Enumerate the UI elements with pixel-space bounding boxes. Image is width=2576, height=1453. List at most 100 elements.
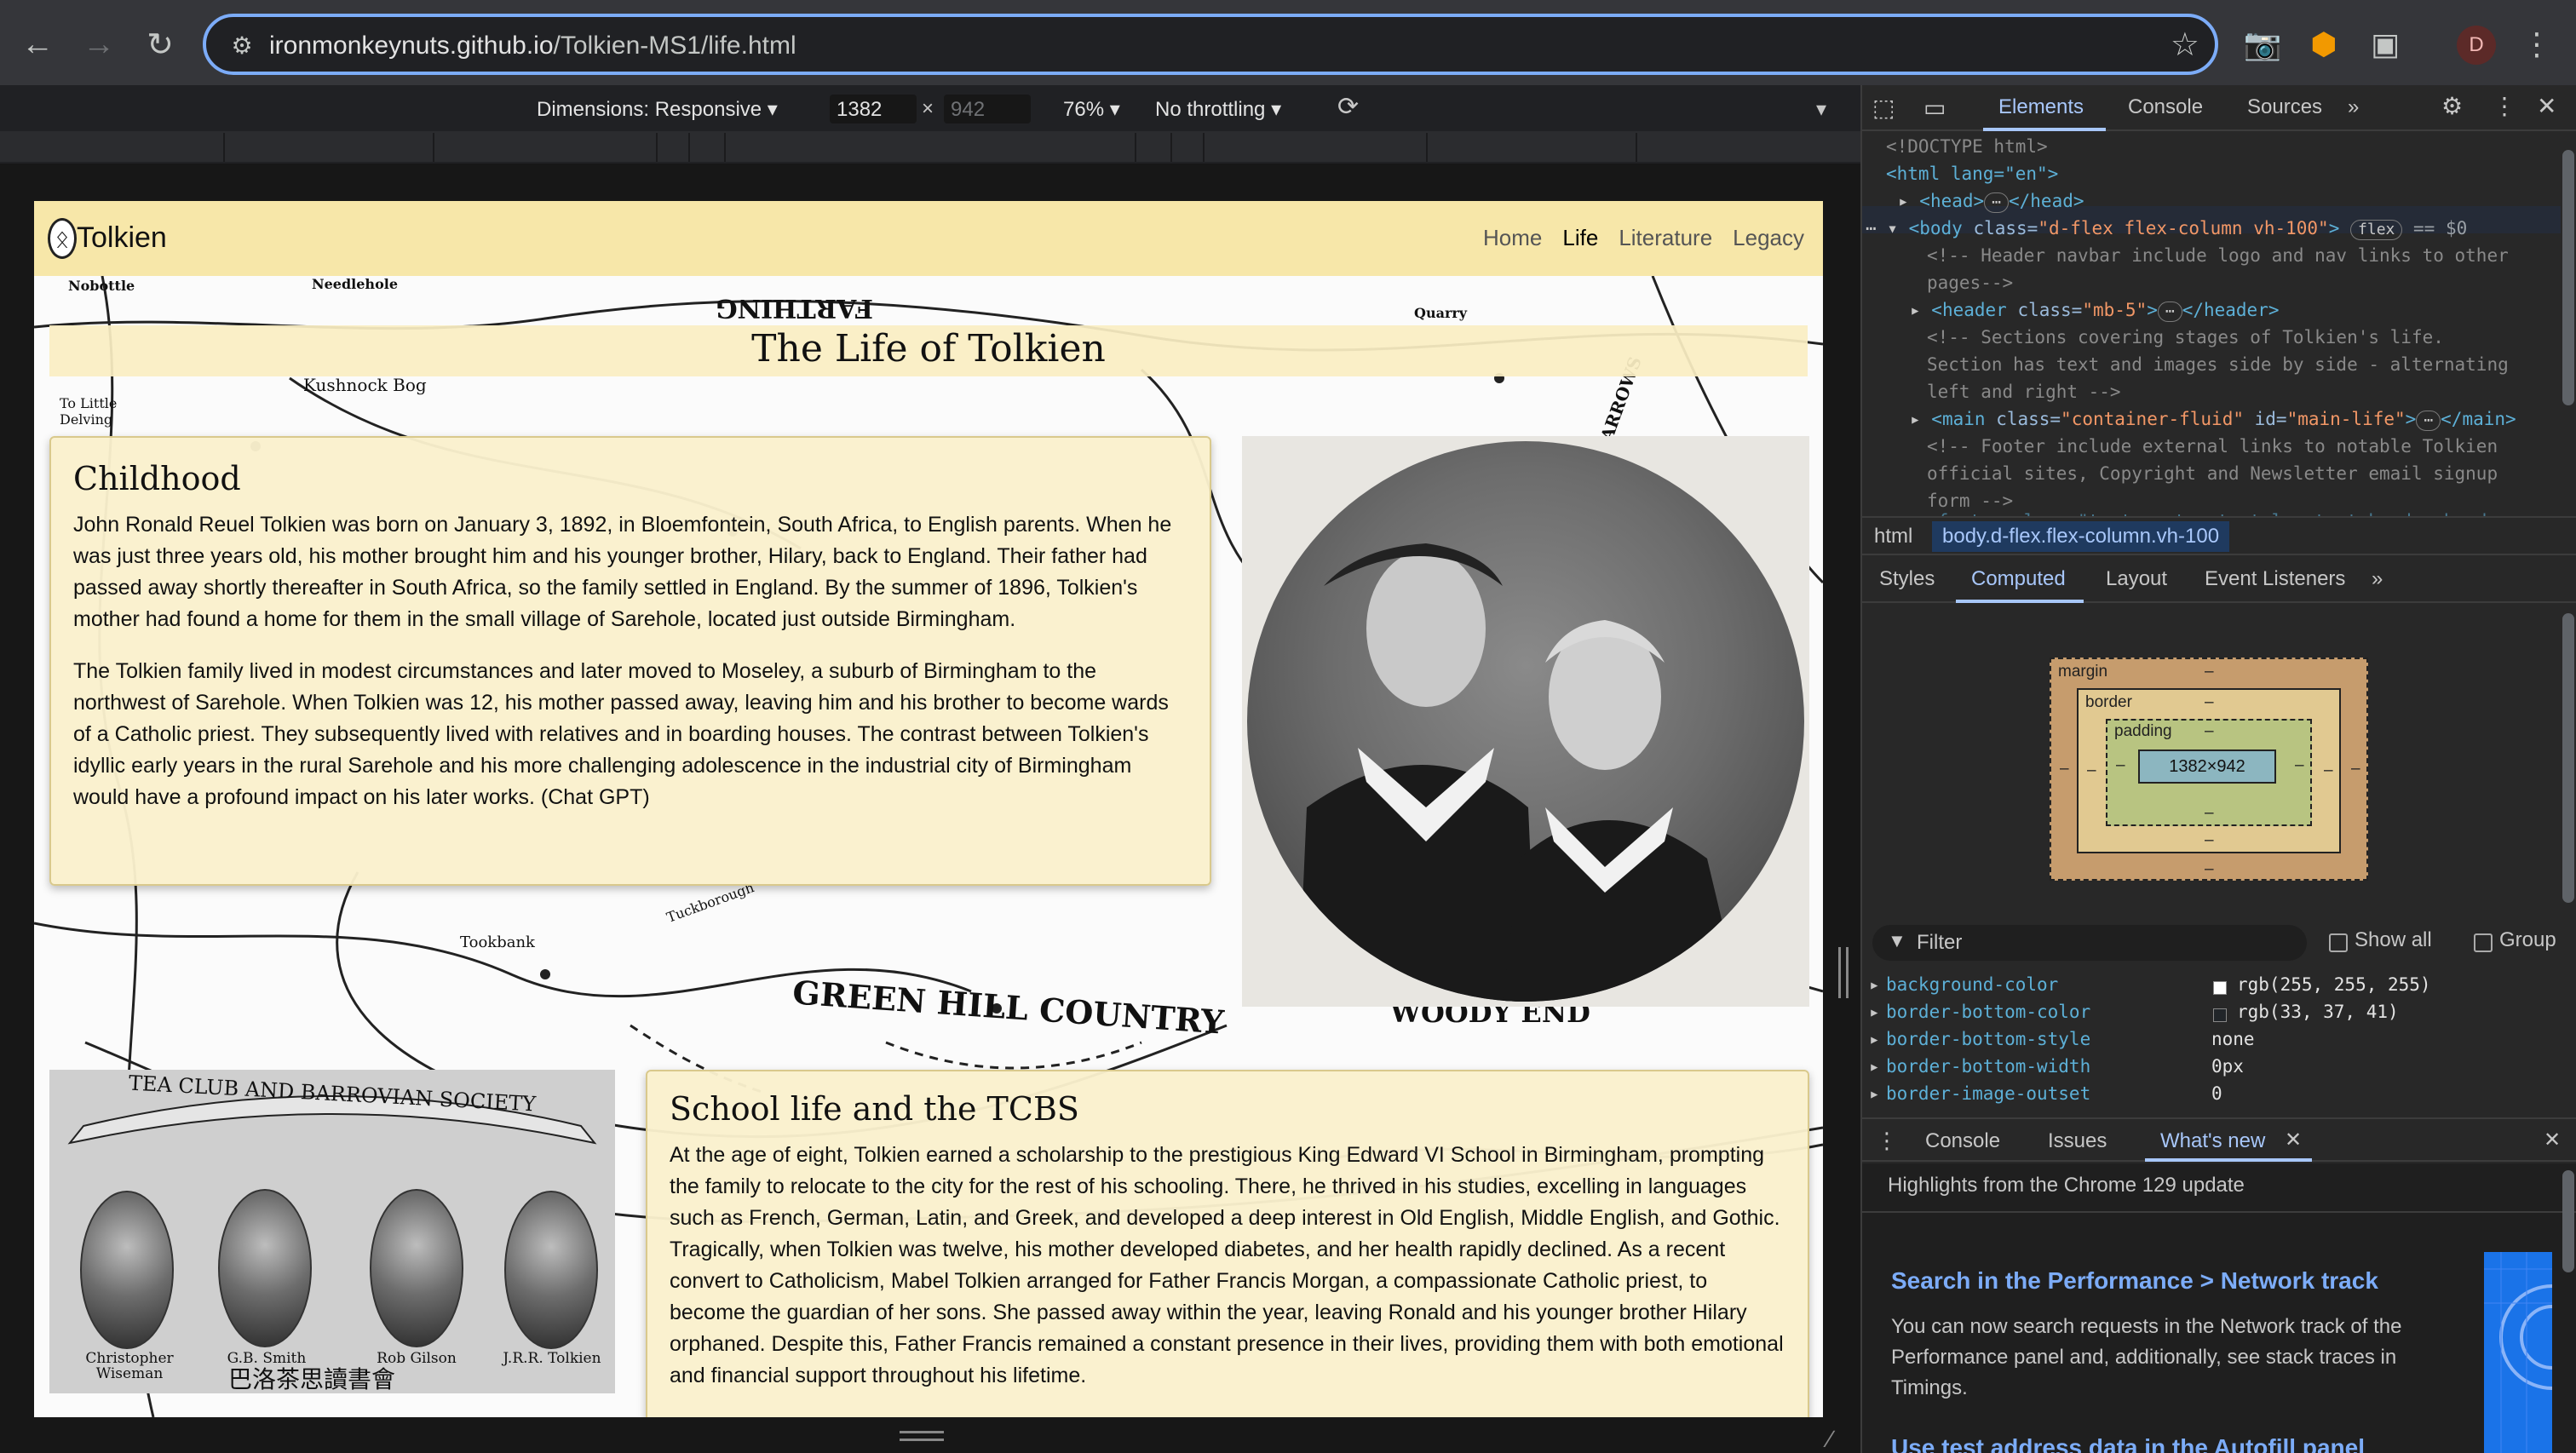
color-swatch[interactable]: [2213, 981, 2227, 995]
expand-triangle-icon[interactable]: ▸: [1869, 1002, 1880, 1022]
extensions-puzzle-icon[interactable]: ▣: [2363, 22, 2407, 66]
whats-new-item-title[interactable]: Search in the Performance > Network trac…: [1891, 1267, 2378, 1295]
ruler-segment[interactable]: [223, 133, 225, 162]
dom-main[interactable]: ▸ <main class="container-fluid" id="main…: [1910, 405, 2516, 433]
dom-comment[interactable]: official sites, Copyright and Newsletter…: [1927, 460, 2498, 487]
color-swatch[interactable]: [2213, 1008, 2227, 1022]
ruler-segment[interactable]: [1135, 133, 1136, 162]
more-tabs-icon[interactable]: »: [2348, 95, 2359, 119]
tab-console[interactable]: Console: [2128, 95, 2203, 119]
close-devtools-icon[interactable]: ✕: [2537, 92, 2556, 120]
ruler-segment[interactable]: [1426, 133, 1428, 162]
site-brand[interactable]: Tolkien: [77, 221, 167, 255]
dom-scrollbar[interactable]: [2562, 150, 2574, 405]
expand-triangle-icon[interactable]: ▸: [1869, 1029, 1880, 1049]
tab-layout[interactable]: Layout: [2106, 567, 2167, 591]
dom-comment[interactable]: <!-- Sections covering stages of Tolkien…: [1927, 324, 2444, 351]
more-subtabs-icon[interactable]: »: [2372, 567, 2383, 591]
throttling-dropdown[interactable]: No throttling ▾: [1155, 97, 1281, 122]
close-drawer-icon[interactable]: ✕: [2544, 1128, 2561, 1152]
tab-sources[interactable]: Sources: [2247, 95, 2322, 119]
computed-property-row[interactable]: ▸ border-bottom-color rgb(33, 37, 41): [1862, 1002, 2576, 1029]
bookmark-star-icon[interactable]: ☆: [2171, 26, 2199, 64]
crumb-html[interactable]: html: [1874, 525, 1912, 548]
ruler-segment[interactable]: [724, 133, 726, 162]
close-whats-new-icon[interactable]: ✕: [2285, 1128, 2302, 1152]
site-info-icon[interactable]: ⚙: [225, 28, 259, 62]
computed-scrollbar[interactable]: [2562, 613, 2574, 903]
zoom-dropdown[interactable]: 76% ▾: [1063, 97, 1120, 122]
dom-footer-partial[interactable]: <footer class="text-center text-lg-start…: [1927, 508, 2509, 516]
show-all-checkbox[interactable]: [2329, 933, 2348, 952]
ruler-segment[interactable]: [433, 133, 434, 162]
tab-elements[interactable]: Elements: [1998, 95, 2084, 119]
crumb-body[interactable]: body.d-flex.flex-column.vh-100: [1932, 521, 2230, 552]
forward-arrow-icon[interactable]: →: [73, 19, 124, 70]
profile-avatar[interactable]: D: [2457, 26, 2496, 65]
dom-doctype[interactable]: <!DOCTYPE html>: [1886, 133, 2048, 160]
extension-g-icon[interactable]: ⬢: [2302, 22, 2346, 66]
dom-comment[interactable]: <!-- Footer include external links to no…: [1927, 433, 2498, 460]
nav-legacy[interactable]: Legacy: [1733, 225, 1804, 251]
dom-header[interactable]: ▸ <header class="mb-5"> ⋯ </header>: [1910, 296, 2279, 324]
expand-triangle-icon[interactable]: ▸: [1869, 1083, 1880, 1104]
flex-badge[interactable]: flex: [2350, 220, 2403, 240]
tab-event-listeners[interactable]: Event Listeners: [2205, 567, 2345, 591]
inspect-element-icon[interactable]: ⬚: [1872, 94, 1895, 122]
ruler-segment[interactable]: [688, 133, 690, 162]
dom-comment[interactable]: <!-- Header navbar include logo and nav …: [1927, 242, 2509, 269]
devtools-menu-icon[interactable]: ⋮: [2493, 92, 2516, 120]
kebab-menu-icon[interactable]: ⋮: [2515, 22, 2559, 66]
device-toggle-icon[interactable]: ▭: [1923, 94, 1946, 122]
ruler-segment[interactable]: [1636, 133, 1637, 162]
dom-comment[interactable]: left and right -->: [1927, 378, 2121, 405]
dom-comment[interactable]: Section has text and images side by side…: [1927, 351, 2509, 378]
box-model-border: border – – – – padding – – – – 1382×942: [2077, 688, 2341, 853]
viewport-resize-handle-vertical[interactable]: [1838, 947, 1849, 998]
computed-property-row[interactable]: ▸ border-bottom-style none: [1862, 1029, 2576, 1056]
height-input[interactable]: 942: [944, 95, 1031, 123]
width-input[interactable]: 1382: [830, 95, 917, 123]
back-arrow-icon[interactable]: ←: [12, 19, 63, 70]
tab-styles[interactable]: Styles: [1879, 567, 1935, 591]
nav-literature[interactable]: Literature: [1619, 225, 1712, 251]
computed-property-row[interactable]: ▸ border-image-outset 0: [1862, 1083, 2576, 1111]
drawer-tab-console[interactable]: Console: [1925, 1129, 2000, 1153]
drawer-scrollbar[interactable]: [2562, 1170, 2574, 1272]
computed-property-row[interactable]: ▸ border-bottom-width 0px: [1862, 1056, 2576, 1083]
dom-comment[interactable]: pages-->: [1927, 269, 2013, 296]
dimensions-dropdown[interactable]: Dimensions: Responsive ▾: [537, 97, 778, 122]
drawer-tab-whats-new[interactable]: What's new: [2160, 1129, 2265, 1153]
expand-triangle-icon[interactable]: ▸: [1869, 974, 1880, 995]
rotate-icon[interactable]: ⟳: [1337, 92, 1359, 122]
camera-icon[interactable]: 📷: [2240, 22, 2285, 66]
dom-head[interactable]: ▸ <head> ⋯ </head>: [1898, 187, 2084, 215]
address-bar[interactable]: ⚙ ironmonkeynuts.github.io/Tolkien-MS1/l…: [203, 14, 2218, 75]
ellipsis-pill[interactable]: ⋯: [2416, 411, 2441, 431]
ruler-segment[interactable]: [1170, 133, 1172, 162]
settings-gear-icon[interactable]: ⚙: [2441, 92, 2463, 120]
tab-computed[interactable]: Computed: [1971, 567, 2066, 591]
filter-input[interactable]: ▼ Filter: [1872, 925, 2307, 961]
ellipsis-pill[interactable]: ⋯: [1984, 192, 2009, 213]
box-model-content[interactable]: 1382×942: [2138, 749, 2276, 784]
expand-triangle-icon[interactable]: ▸: [1869, 1056, 1880, 1077]
drawer-menu-icon[interactable]: ⋮: [1876, 1128, 1898, 1154]
url-text[interactable]: ironmonkeynuts.github.io/Tolkien-MS1/lif…: [269, 32, 796, 60]
whats-new-item-title[interactable]: Use test address data in the Autofill pa…: [1891, 1434, 2365, 1453]
ruler-segment[interactable]: [1203, 133, 1205, 162]
dom-html[interactable]: <html lang="en">: [1886, 160, 2058, 187]
device-more-icon[interactable]: ▾: [1816, 97, 1826, 122]
drawer-tab-issues[interactable]: Issues: [2048, 1129, 2107, 1153]
ellipsis-pill[interactable]: ⋯: [2157, 302, 2182, 322]
computed-property-row[interactable]: ▸ background-color rgb(255, 255, 255): [1862, 974, 2576, 1002]
viewport-resize-handle-horizontal[interactable]: [900, 1431, 944, 1441]
nav-home[interactable]: Home: [1483, 225, 1542, 251]
ruler-segment[interactable]: [656, 133, 658, 162]
dom-body[interactable]: ⋯ ▾ <body class="d-flex flex-column vh-1…: [1866, 215, 2467, 242]
corner-resize-icon[interactable]: ∕: [1828, 1426, 1832, 1453]
reload-icon[interactable]: ↻: [135, 19, 186, 70]
nav-life[interactable]: Life: [1562, 225, 1598, 251]
group-checkbox[interactable]: [2474, 933, 2493, 952]
tolkien-monogram-logo[interactable]: ᛟ: [48, 218, 77, 259]
